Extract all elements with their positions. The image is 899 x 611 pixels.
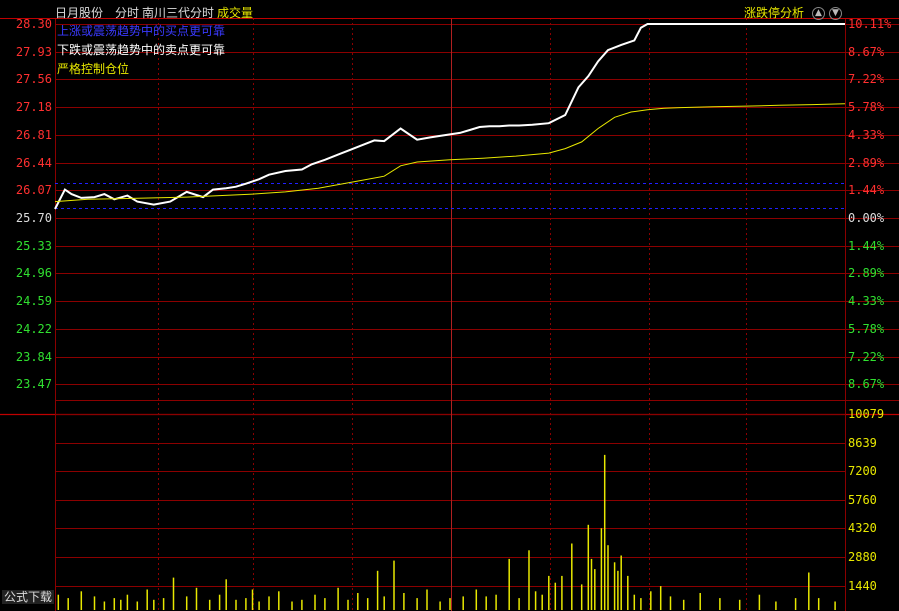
stock-name: 日月股份 xyxy=(55,6,104,20)
percent-tick-label: 1.44% xyxy=(848,238,885,253)
price-tick-label: 25.33 xyxy=(15,238,52,253)
price-tick-label: 27.18 xyxy=(15,100,52,115)
formula-download-button[interactable]: 公式下载 xyxy=(2,590,55,604)
price-tick-label: 28.30 xyxy=(15,17,52,31)
percent-tick-label: 4.33% xyxy=(848,127,885,142)
price-tick-label: 23.84 xyxy=(15,349,52,364)
limit-analysis-button[interactable]: 涨跌停分析 xyxy=(744,6,804,20)
price-tick-label: 24.96 xyxy=(15,266,52,281)
percent-tick-label: 2.89% xyxy=(848,155,885,170)
mode-label[interactable]: 分时 xyxy=(115,6,139,20)
percent-tick-label: 4.33% xyxy=(848,294,885,309)
price-tick-label: 26.07 xyxy=(15,183,52,198)
percent-tick-label: 2.89% xyxy=(848,266,885,281)
percent-tick-label: 8.67% xyxy=(848,377,885,392)
percent-tick-label: 5.78% xyxy=(848,321,885,336)
arrow-up-icon[interactable]: ▲ xyxy=(812,7,825,20)
percent-tick-label: 0.00% xyxy=(848,211,885,225)
price-tick-label: 26.44 xyxy=(15,155,52,170)
volume-tick-label: 4320 xyxy=(848,521,877,536)
volume-tick-label: 2880 xyxy=(848,550,877,564)
annotation-sell: 下跌或震荡趋势中的卖点更可靠 xyxy=(57,43,226,57)
percent-tick-label: 1.44% xyxy=(848,183,885,198)
intraday-chart xyxy=(0,0,899,611)
price-tick-label: 24.59 xyxy=(15,294,52,309)
annotation-position: 严格控制仓位 xyxy=(57,62,130,76)
volume-tick-label: 1440 xyxy=(848,578,877,593)
arrow-down-icon[interactable]: ▼ xyxy=(829,7,842,20)
percent-tick-label: 5.78% xyxy=(848,100,885,115)
price-tick-label: 25.70 xyxy=(15,211,52,225)
percent-tick-label: 7.22% xyxy=(848,72,885,87)
volume-title: 成交量 xyxy=(217,6,254,20)
price-tick-label: 24.22 xyxy=(15,321,52,336)
volume-tick-label: 5760 xyxy=(848,492,877,507)
percent-tick-label: 10.11% xyxy=(848,17,892,31)
indicator-name[interactable]: 南川三代分时 xyxy=(142,6,214,20)
price-tick-label: 27.56 xyxy=(15,72,52,87)
price-tick-label: 27.93 xyxy=(15,44,52,59)
percent-tick-label: 7.22% xyxy=(848,349,885,364)
volume-tick-label: 8639 xyxy=(848,435,877,450)
price-tick-label: 26.81 xyxy=(15,127,52,142)
price-tick-label: 23.47 xyxy=(15,377,52,392)
volume-tick-label: 10079 xyxy=(848,407,885,421)
percent-tick-label: 8.67% xyxy=(848,44,885,59)
volume-tick-label: 7200 xyxy=(848,464,877,479)
annotation-buy: 上涨或震荡趋势中的买点更可靠 xyxy=(57,24,226,38)
